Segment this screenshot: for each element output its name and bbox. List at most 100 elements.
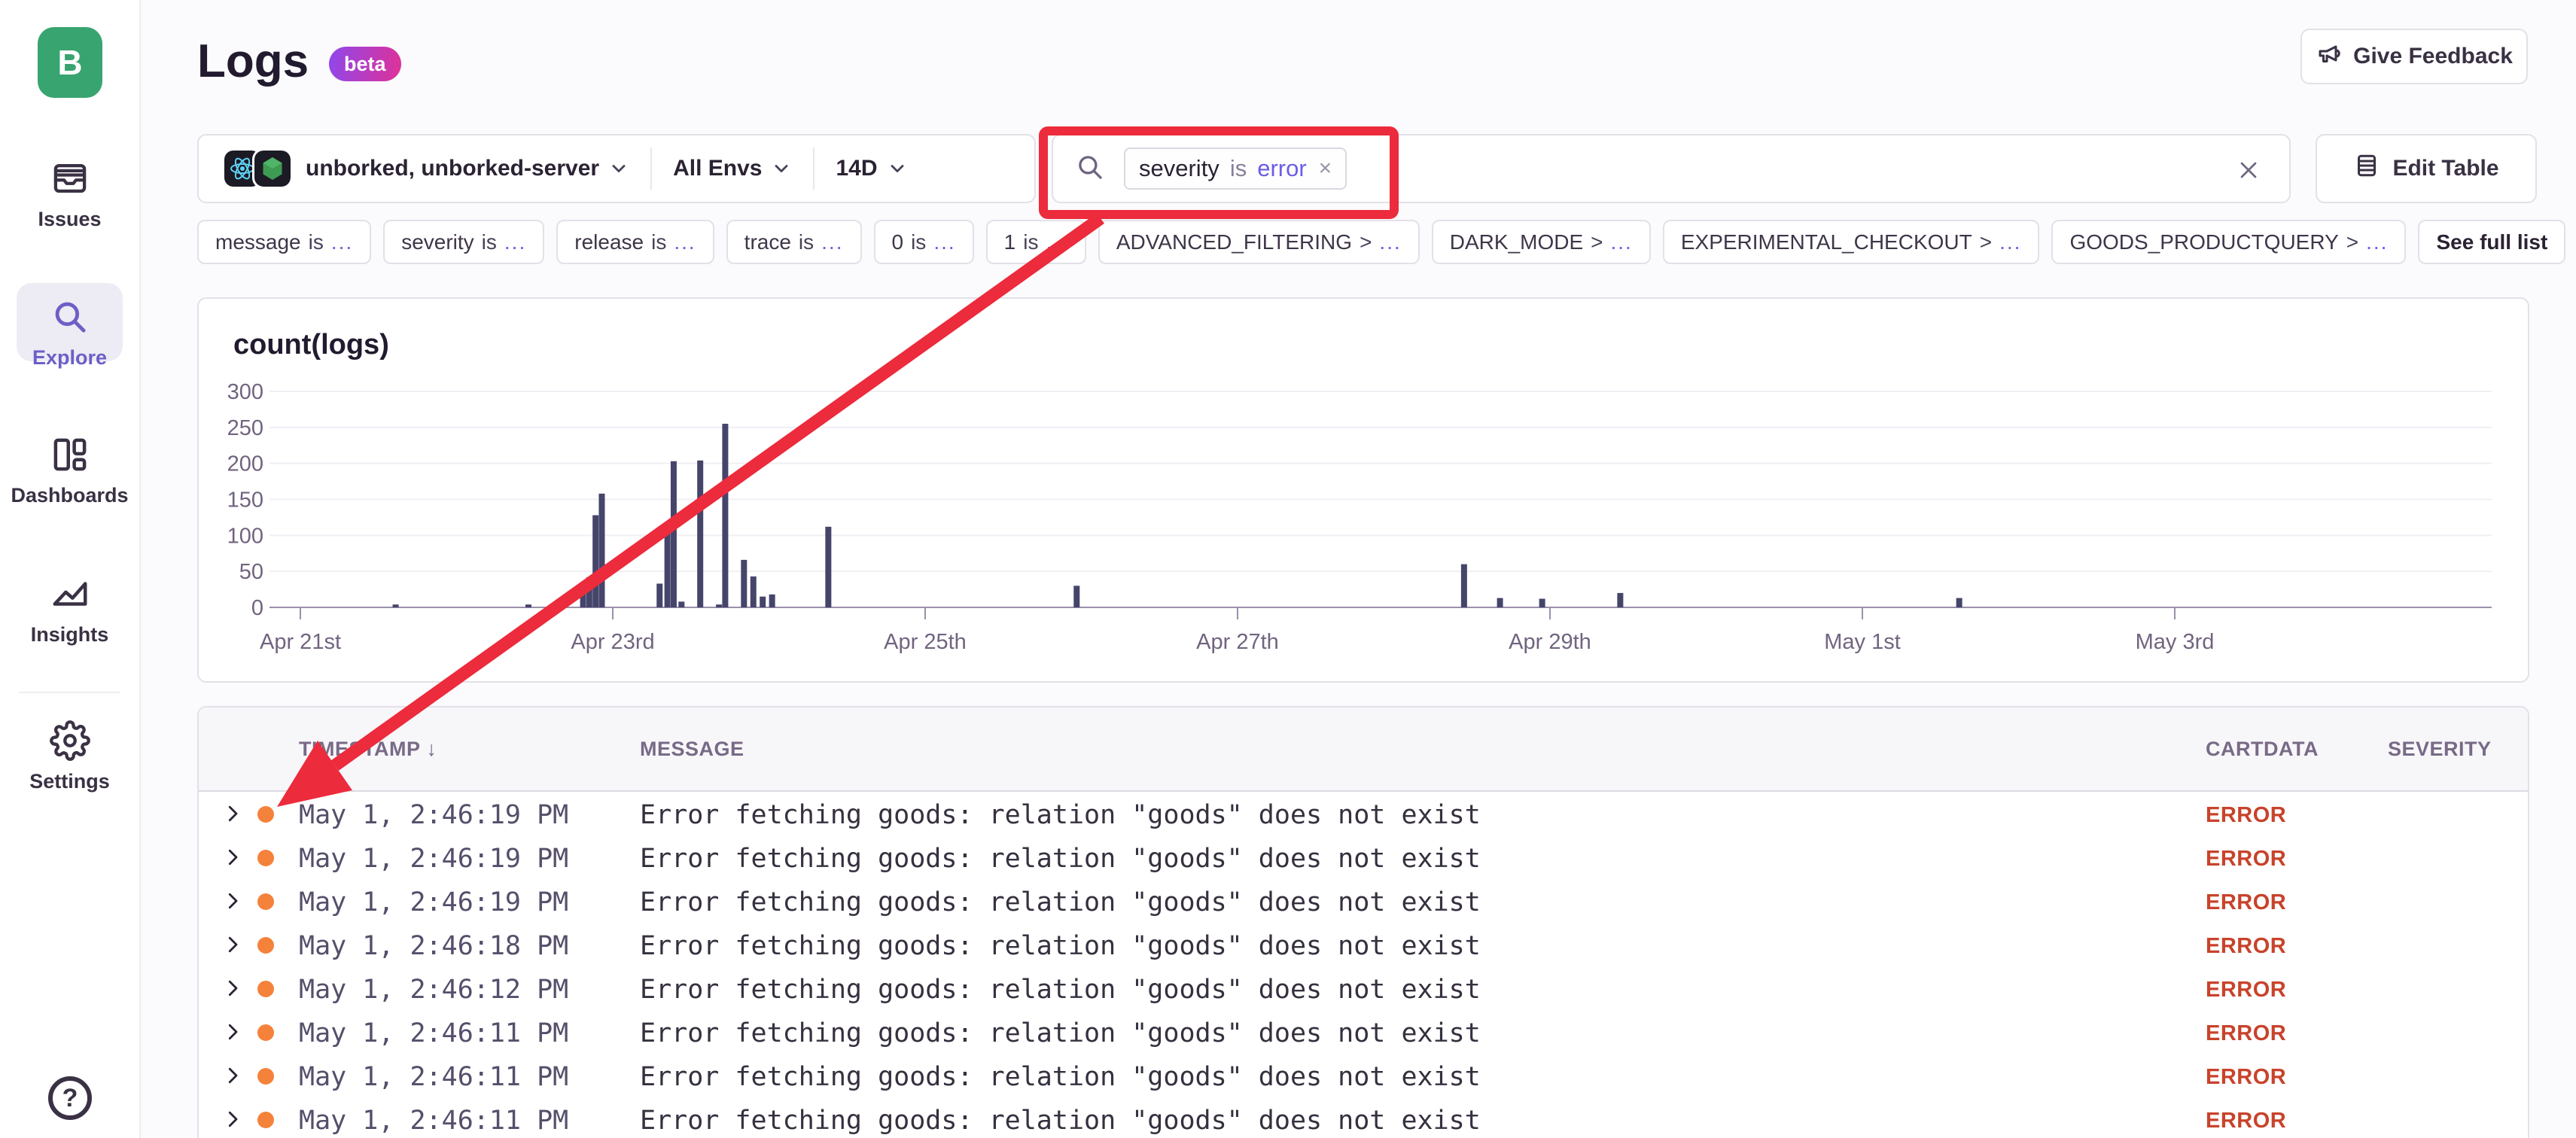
- insights-chart-icon: [48, 572, 92, 616]
- log-severity-badge: ERROR: [2206, 890, 2286, 915]
- log-row[interactable]: May 1, 2:46:11 PMError fetching goods: r…: [199, 1054, 2528, 1097]
- quick-filter-chip-ADVANCED_FILTERING[interactable]: ADVANCED_FILTERING>...: [1098, 220, 1420, 264]
- chevron-down-icon: [771, 158, 792, 179]
- log-message: Error fetching goods: relation "goods" d…: [640, 1018, 1481, 1048]
- log-message: Error fetching goods: relation "goods" d…: [640, 800, 1481, 830]
- log-message: Error fetching goods: relation "goods" d…: [640, 1106, 1481, 1136]
- log-level-dot: [257, 806, 274, 823]
- svg-text:Apr 21st: Apr 21st: [260, 630, 341, 654]
- log-level-dot: [257, 1024, 274, 1041]
- svg-text:May 1st: May 1st: [1824, 630, 1901, 654]
- expand-row-icon[interactable]: [221, 933, 244, 956]
- log-severity-badge: ERROR: [2206, 803, 2286, 828]
- log-severity-badge: ERROR: [2206, 1065, 2286, 1090]
- search-token-key: severity: [1139, 155, 1219, 182]
- log-timestamp: May 1, 2:46:19 PM: [299, 800, 568, 830]
- sidebar-item-insights[interactable]: Insights: [0, 572, 139, 647]
- logs-table: TIMESTAMP ↓ MESSAGE CARTDATA SEVERITY Ma…: [197, 706, 2529, 1138]
- search-token-operator: is: [1230, 155, 1247, 182]
- column-header-timestamp[interactable]: TIMESTAMP ↓: [299, 707, 437, 790]
- sort-descending-icon: ↓: [427, 738, 437, 761]
- project-selector-label: unborked, unborked-server: [306, 156, 599, 181]
- expand-row-icon[interactable]: [221, 1108, 244, 1130]
- search-token-severity-is-error[interactable]: severity is error ×: [1124, 148, 1347, 190]
- log-level-dot: [257, 850, 274, 866]
- svg-text:150: 150: [227, 488, 263, 513]
- edit-table-label: Edit Table: [2392, 156, 2498, 181]
- quick-filter-chip-severity[interactable]: severityis...: [383, 220, 544, 264]
- log-level-dot: [257, 1112, 274, 1128]
- help-question-mark: ?: [62, 1084, 78, 1113]
- column-header-message[interactable]: MESSAGE: [640, 707, 744, 790]
- sidebar-divider: [19, 692, 120, 693]
- project-selector[interactable]: unborked, unborked-server: [199, 151, 629, 187]
- expand-row-icon[interactable]: [221, 802, 244, 825]
- help-button[interactable]: ?: [48, 1076, 92, 1120]
- dashboards-icon: [48, 433, 92, 476]
- sidebar-item-label: Settings: [29, 770, 110, 793]
- log-level-dot: [257, 981, 274, 997]
- clear-search-icon[interactable]: [2233, 155, 2264, 185]
- sidebar-item-label: Insights: [31, 623, 109, 647]
- edit-table-button[interactable]: Edit Table: [2316, 134, 2537, 203]
- log-row[interactable]: May 1, 2:46:11 PM Error fetching goods: r…: [199, 1097, 2528, 1138]
- expand-row-icon[interactable]: [221, 1021, 244, 1043]
- sidebar-item-dashboards[interactable]: Dashboards: [0, 433, 139, 507]
- quick-filter-chip-GOODS_PRODUCTQUERY[interactable]: GOODS_PRODUCTQUERY>...: [2051, 220, 2406, 264]
- environment-selector[interactable]: All Envs: [673, 156, 792, 181]
- log-severity-badge: ERROR: [2206, 1109, 2286, 1133]
- quick-filter-chip-EXPERIMENTAL_CHECKOUT[interactable]: EXPERIMENTAL_CHECKOUT>...: [1663, 220, 2040, 264]
- sidebar-item-label: Dashboards: [11, 484, 128, 507]
- column-header-cartdata[interactable]: CARTDATA: [2206, 707, 2319, 790]
- log-severity-badge: ERROR: [2206, 847, 2286, 872]
- org-logo-letter: B: [57, 42, 82, 83]
- org-logo[interactable]: B: [38, 27, 102, 98]
- svg-text:Apr 27th: Apr 27th: [1196, 630, 1279, 654]
- column-header-severity[interactable]: SEVERITY: [2388, 707, 2492, 790]
- expand-row-icon[interactable]: [221, 1064, 244, 1087]
- give-feedback-label: Give Feedback: [2353, 44, 2513, 69]
- expand-row-icon[interactable]: [221, 890, 244, 912]
- expand-row-icon[interactable]: [221, 977, 244, 1000]
- logs-table-body: May 1, 2:46:19 PM Error fetching goods: r…: [199, 792, 2528, 1138]
- sidebar-item-issues[interactable]: Issues: [0, 157, 139, 231]
- search-token-value: error: [1257, 155, 1306, 182]
- filter-separator: [813, 148, 815, 190]
- quick-filter-chip-trace[interactable]: traceis...: [726, 220, 862, 264]
- date-range-label: 14D: [836, 156, 877, 181]
- chevron-down-icon: [887, 158, 908, 179]
- log-row[interactable]: May 1, 2:46:19 PMError fetching goods: r…: [199, 879, 2528, 923]
- svg-text:Apr 25th: Apr 25th: [884, 630, 967, 654]
- see-full-list-button[interactable]: See full list: [2418, 220, 2565, 264]
- quick-filter-chip-1[interactable]: 1is...: [986, 220, 1086, 264]
- quick-filter-chip-0[interactable]: 0is...: [874, 220, 974, 264]
- sidebar-item-settings[interactable]: Settings: [0, 719, 139, 793]
- log-row[interactable]: May 1, 2:46:11 PMError fetching goods: r…: [199, 1010, 2528, 1054]
- chevron-down-icon: [608, 158, 629, 179]
- log-search-input[interactable]: severity is error ×: [1052, 134, 2291, 203]
- search-token-remove-icon[interactable]: ×: [1319, 156, 1332, 181]
- give-feedback-button[interactable]: Give Feedback: [2300, 29, 2528, 84]
- log-message: Error fetching goods: relation "goods" d…: [640, 931, 1481, 961]
- svg-text:100: 100: [227, 524, 263, 548]
- expand-row-icon[interactable]: [221, 846, 244, 869]
- quick-filter-chip-release[interactable]: releaseis...: [556, 220, 714, 264]
- quick-filter-chip-message[interactable]: messageis...: [197, 220, 371, 264]
- log-timestamp: May 1, 2:46:12 PM: [299, 975, 568, 1005]
- sidebar-item-explore[interactable]: Explore: [0, 295, 139, 370]
- megaphone-icon: [2316, 40, 2343, 73]
- table-icon: [2353, 152, 2380, 185]
- search-icon: [48, 295, 92, 339]
- date-range-selector[interactable]: 14D: [836, 156, 907, 181]
- log-row[interactable]: May 1, 2:46:19 PMError fetching goods: r…: [199, 835, 2528, 879]
- log-row[interactable]: May 1, 2:46:12 PM Error fetching goods: r…: [199, 966, 2528, 1010]
- svg-text:300: 300: [227, 380, 263, 404]
- filter-separator: [650, 148, 652, 190]
- log-timestamp: May 1, 2:46:11 PM: [299, 1106, 568, 1136]
- sidebar-item-label: Explore: [32, 346, 107, 370]
- log-message: Error fetching goods: relation "goods" d…: [640, 975, 1481, 1005]
- log-row[interactable]: May 1, 2:46:19 PM Error fetching goods: r…: [199, 792, 2528, 835]
- log-row[interactable]: May 1, 2:46:18 PMError fetching goods: r…: [199, 923, 2528, 966]
- page-filter-bar: unborked, unborked-server All Envs 14D: [197, 134, 1036, 203]
- quick-filter-chip-DARK_MODE[interactable]: DARK_MODE>...: [1432, 220, 1651, 264]
